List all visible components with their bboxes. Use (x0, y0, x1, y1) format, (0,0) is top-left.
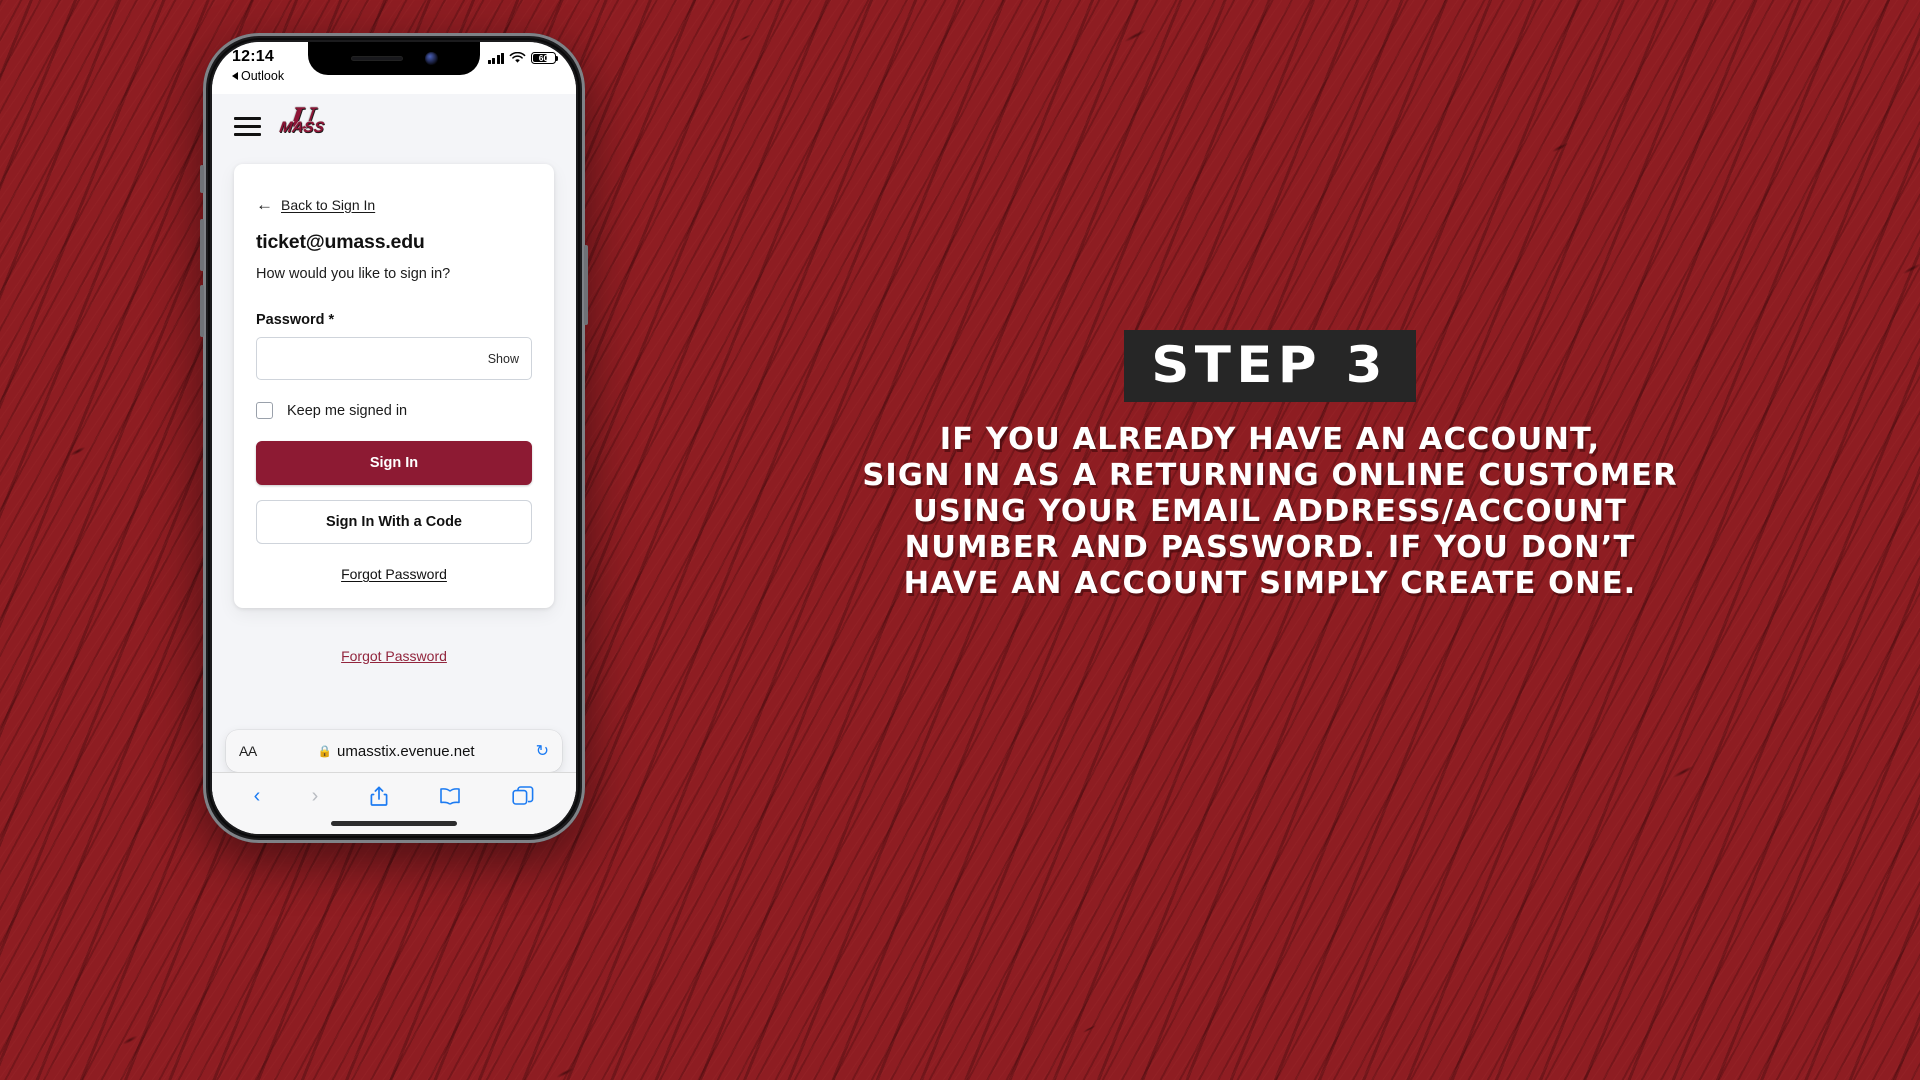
cellular-bars-icon (487, 52, 504, 64)
safari-webview: U MASS ← Back to Sign In ticket@umass.ed… (212, 94, 576, 834)
phone-mute-switch[interactable] (200, 165, 204, 193)
phone-notch (308, 42, 480, 75)
step-badge: STEP 3 (1124, 330, 1416, 402)
instructions-text: IF YOU ALREADY HAVE AN ACCOUNT, SIGN IN … (700, 422, 1840, 602)
instructions-line: USING YOUR EMAIL ADDRESS/ACCOUNT (912, 493, 1628, 529)
phone-volume-up-button[interactable] (200, 219, 204, 271)
poster-canvas: 12:14 Outlook 60 U MASS ← Back to Sign I… (0, 0, 1920, 1080)
show-password-button[interactable]: Show (488, 352, 531, 366)
front-camera-icon (424, 52, 438, 65)
step-badge-label: STEP 3 (1151, 336, 1389, 394)
reload-icon[interactable]: ↻ (536, 741, 549, 761)
url-center[interactable]: 🔒 umasstix.evenue.net (257, 743, 536, 760)
chevron-left-icon[interactable]: ‹ (254, 783, 261, 809)
umass-logo[interactable]: U MASS (278, 100, 327, 147)
status-bar-left: 12:14 Outlook (232, 49, 284, 83)
instructions-line: SIGN IN AS A RETURNING ONLINE CUSTOMER (862, 457, 1678, 493)
phone-power-button[interactable] (584, 245, 588, 325)
lock-icon: 🔒 (317, 746, 333, 758)
tabs-icon[interactable] (512, 783, 534, 809)
back-caret-icon (232, 72, 238, 81)
sign-in-with-code-button[interactable]: Sign In With a Code (256, 500, 532, 544)
status-bar-right: 60 (487, 52, 559, 64)
keep-me-signed-in-label: Keep me signed in (287, 402, 408, 419)
status-bar-clock: 12:14 (232, 48, 274, 65)
text-size-button[interactable]: AA (239, 743, 257, 759)
umass-logo-mass: MASS (278, 118, 327, 136)
book-icon[interactable] (439, 783, 461, 809)
share-up-icon[interactable] (370, 783, 388, 809)
instructions-panel: STEP 3 IF YOU ALREADY HAVE AN ACCOUNT, S… (700, 330, 1840, 602)
phone-mockup: 12:14 Outlook 60 U MASS ← Back to Sign I… (200, 33, 588, 843)
url-text: umasstix.evenue.net (337, 742, 475, 760)
safari-address-bar: AA 🔒 umasstix.evenue.net ↻ (212, 730, 576, 772)
keep-me-signed-in-row[interactable]: Keep me signed in (256, 402, 532, 419)
earpiece-speaker-icon (350, 56, 403, 61)
instructions-line: IF YOU ALREADY HAVE AN ACCOUNT, (939, 422, 1601, 457)
account-email: ticket@umass.edu (256, 231, 425, 253)
sign-in-prompt: How would you like to sign in? (256, 266, 451, 282)
phone-screen: 12:14 Outlook 60 U MASS ← Back to Sign I… (212, 42, 576, 834)
password-field-row[interactable]: Show (256, 337, 532, 380)
phone-volume-down-button[interactable] (200, 285, 204, 337)
site-header: U MASS (212, 94, 576, 158)
url-pill[interactable]: AA 🔒 umasstix.evenue.net ↻ (226, 730, 562, 772)
back-to-sign-in-link[interactable]: ← Back to Sign In (256, 196, 532, 213)
battery-icon: 60 (531, 52, 559, 64)
instructions-line: NUMBER AND PASSWORD. IF YOU DON’T (904, 529, 1636, 565)
hamburger-menu-icon[interactable] (234, 116, 261, 136)
sign-in-card: ← Back to Sign In ticket@umass.edu How w… (234, 164, 554, 608)
back-to-app-label: Outlook (241, 69, 285, 83)
back-to-app-link[interactable]: Outlook (232, 70, 284, 83)
keep-me-signed-in-checkbox[interactable] (256, 402, 273, 419)
sign-in-button[interactable]: Sign In (256, 441, 532, 485)
instructions-line: HAVE AN ACCOUNT SIMPLY CREATE ONE. (903, 565, 1637, 601)
battery-percent-label: 60 (538, 53, 549, 63)
forgot-password-link[interactable]: Forgot Password (256, 566, 532, 582)
arrow-left-icon: ← (256, 195, 273, 214)
home-indicator (331, 821, 457, 826)
chevron-right-icon: › (311, 785, 319, 807)
forgot-password-link-below[interactable]: Forgot Password (212, 648, 576, 664)
wifi-icon (509, 52, 526, 63)
password-input[interactable] (257, 338, 488, 379)
back-to-sign-in-label: Back to Sign In (281, 196, 376, 213)
password-label: Password * (256, 312, 335, 328)
